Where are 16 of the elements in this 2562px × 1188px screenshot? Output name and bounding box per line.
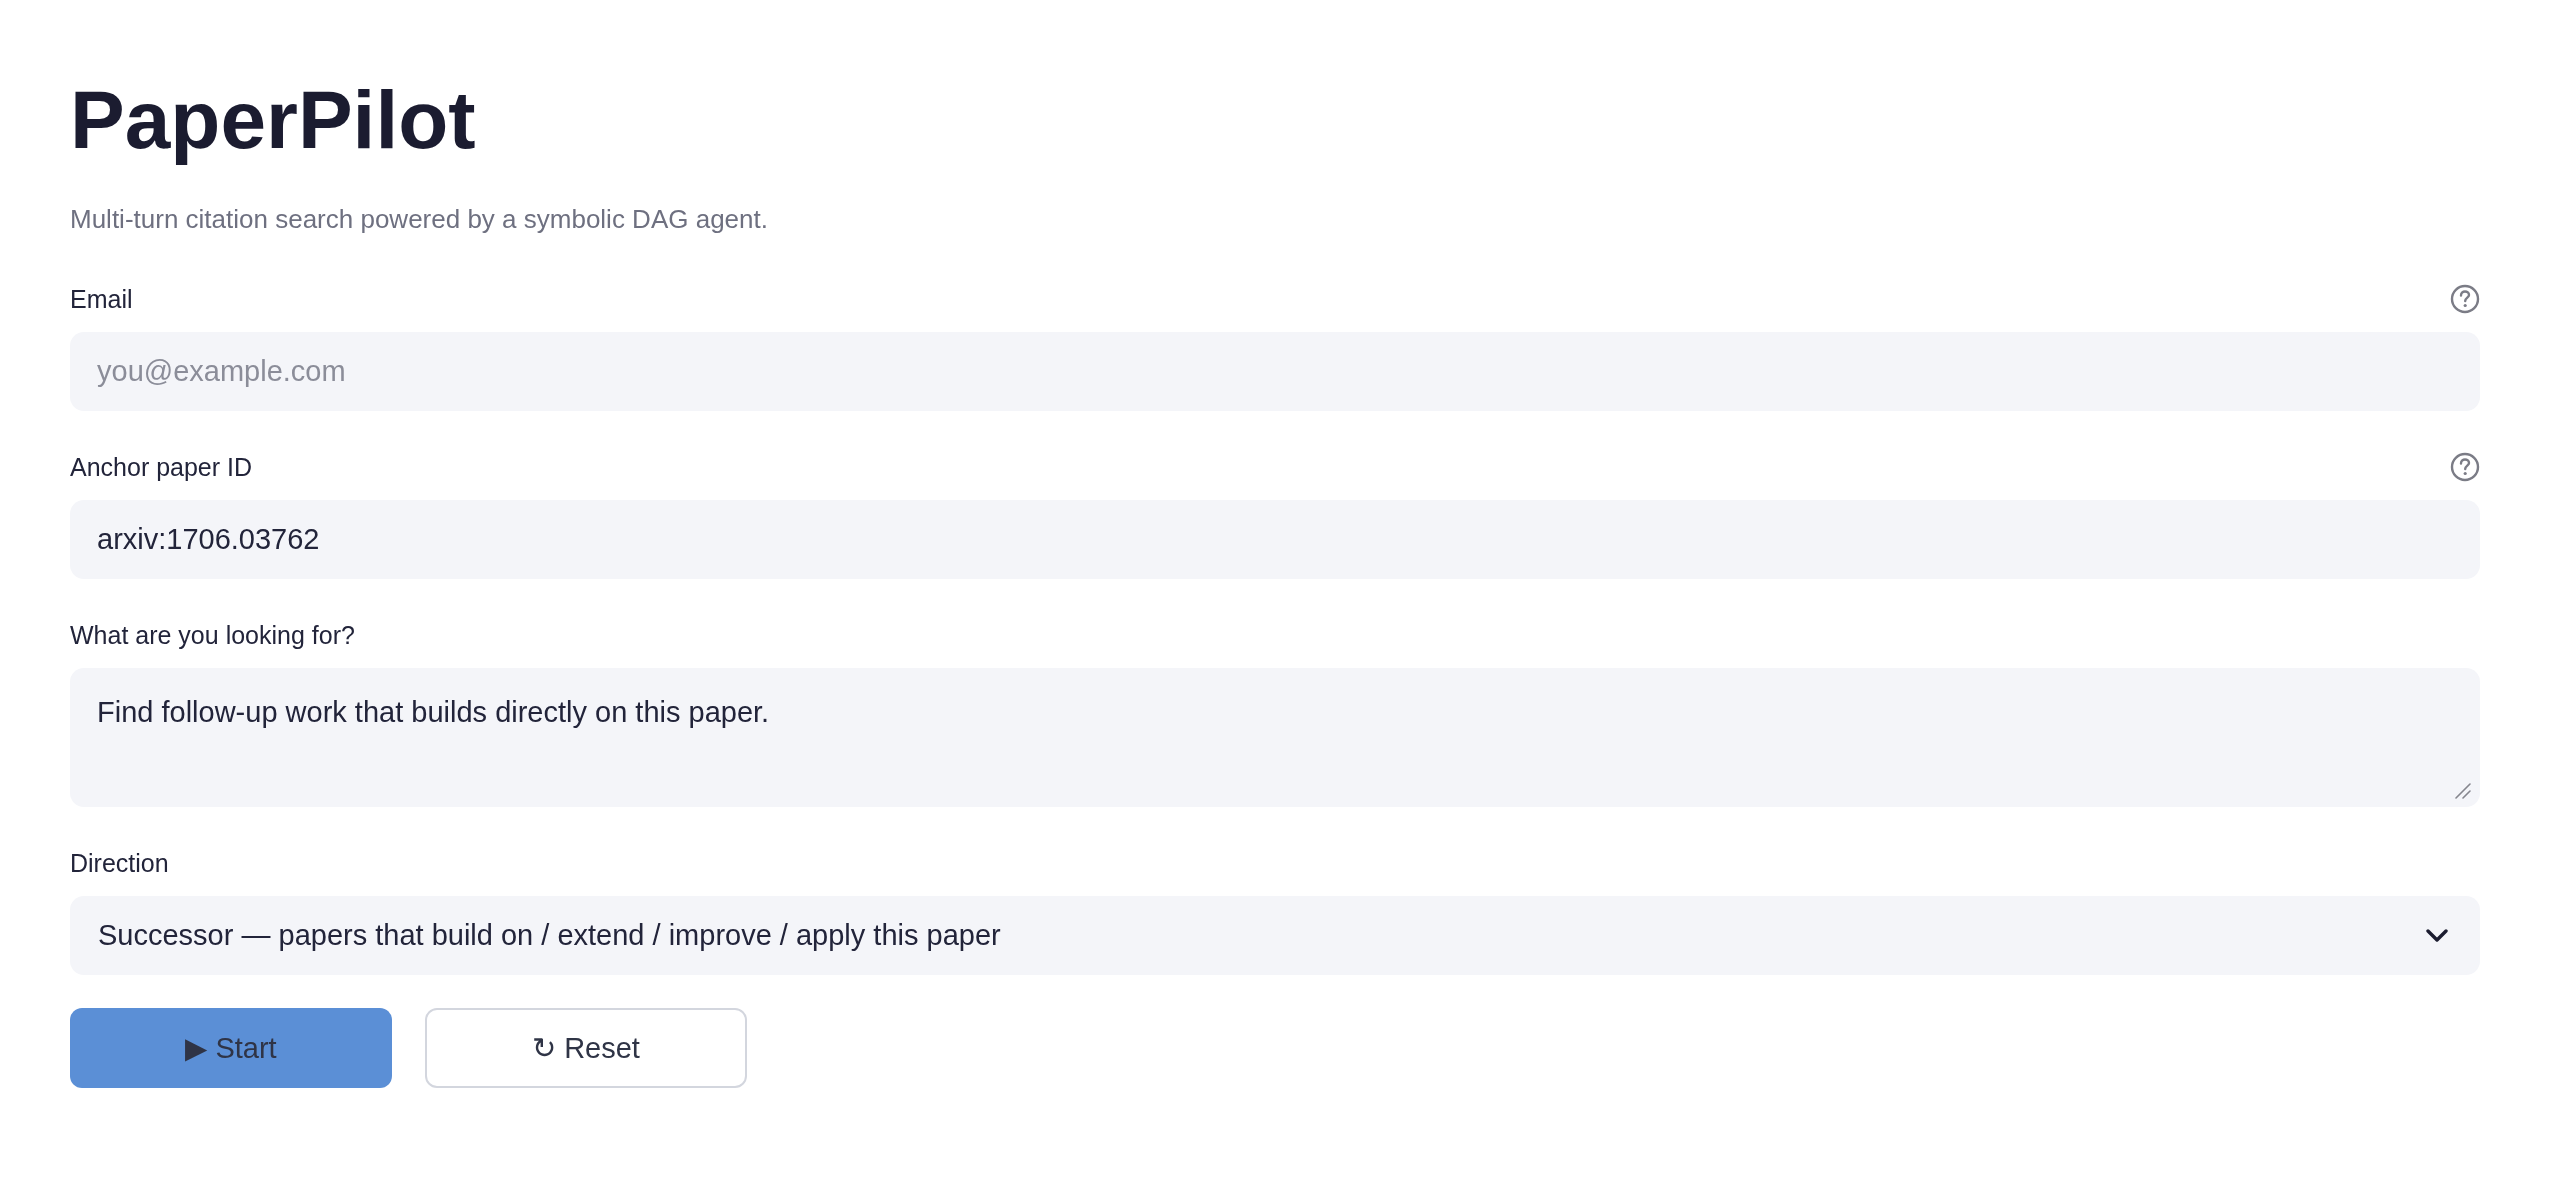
field-label: What are you looking for? [70, 620, 355, 651]
app-title: PaperPilot [70, 73, 476, 167]
text-area[interactable]: Find follow-up work that builds directly on this paper. [70, 668, 2480, 807]
help-icon[interactable] [2450, 284, 2480, 314]
text-input[interactable]: arxiv:1706.03762 [70, 500, 2480, 579]
text-input[interactable]: you@example.com [70, 332, 2480, 411]
field-label: Email [70, 284, 133, 315]
reset-button[interactable]: ↻ Reset [425, 1008, 747, 1088]
dropdown-select[interactable]: Successor — papers that build on / extend / improve / apply this paper [70, 896, 2480, 975]
field-label: Direction [70, 848, 169, 879]
start-button[interactable]: ▶ Start [70, 1008, 392, 1088]
field-label: Anchor paper ID [70, 452, 253, 483]
resize-handle-icon[interactable] [2455, 783, 2471, 799]
app-subtitle: Multi-turn citation search powered by a symbolic DAG agent. [70, 203, 768, 235]
chevron-down-icon [2426, 928, 2448, 943]
help-icon[interactable] [2450, 452, 2480, 482]
